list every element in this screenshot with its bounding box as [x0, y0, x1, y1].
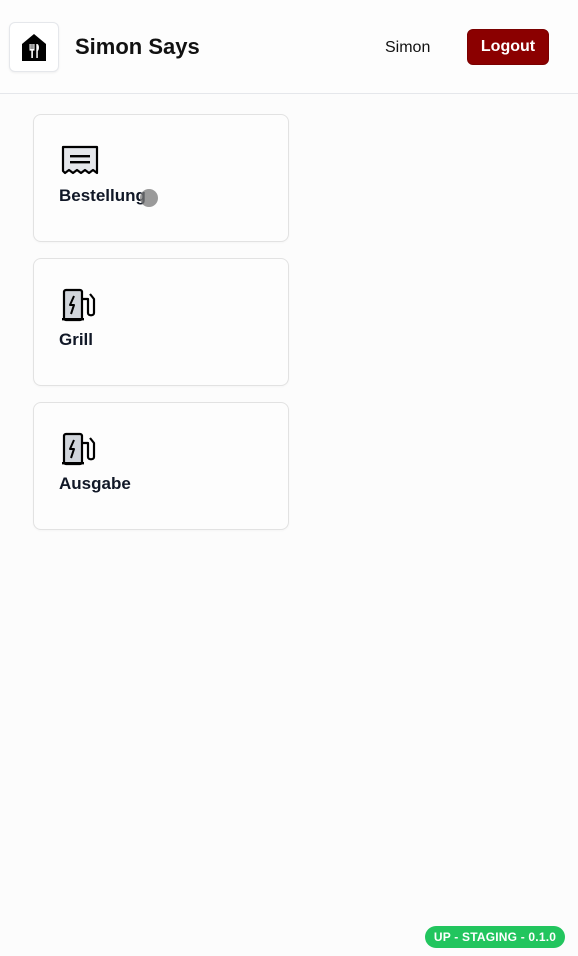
card-label: Bestellung: [59, 186, 146, 205]
fuel-station-icon: [62, 288, 96, 322]
card-label: Grill: [59, 330, 94, 349]
card-label: Ausgabe: [59, 474, 131, 493]
app-logo[interactable]: [9, 22, 59, 72]
receipt-icon: [61, 145, 99, 175]
card-bestellung[interactable]: Bestellung: [33, 114, 289, 242]
card-grill[interactable]: Grill: [33, 258, 289, 386]
logout-button[interactable]: Logout: [467, 29, 549, 65]
card-ausgabe[interactable]: Ausgabe: [33, 402, 289, 530]
restaurant-icon: [22, 34, 46, 61]
app-page: Simon Says Simon Logout Bestellung Grill…: [0, 0, 578, 956]
top-header: Simon Says Simon Logout: [0, 0, 578, 94]
app-title: Simon Says: [75, 34, 200, 59]
fuel-station-icon: [62, 432, 96, 466]
user-name: Simon: [385, 39, 431, 56]
cursor-indicator: [140, 189, 158, 207]
version-badge: UP - STAGING - 0.1.0: [425, 926, 565, 948]
